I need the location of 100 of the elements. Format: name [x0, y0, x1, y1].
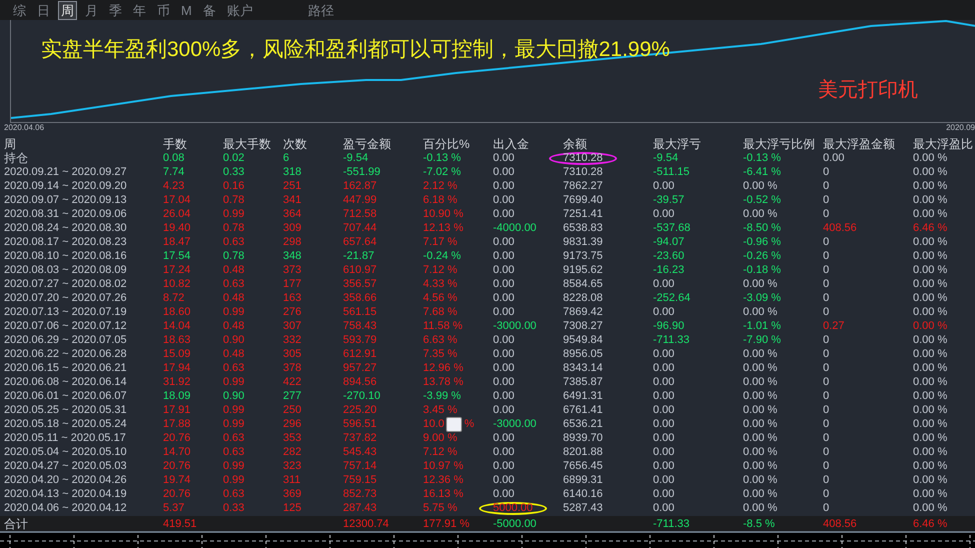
- table-cell: 0.48: [223, 347, 244, 361]
- table-cell: 18.09: [163, 389, 191, 403]
- table-cell: -0.52 %: [743, 193, 781, 207]
- table-cell: 0.33: [223, 501, 244, 515]
- column-header: 手数: [163, 137, 188, 151]
- table-cell: -8.5 %: [743, 516, 775, 530]
- table-cell: -23.60: [653, 249, 684, 263]
- table-cell: 0.00 %: [913, 151, 948, 165]
- table-cell: 341: [283, 193, 302, 207]
- table-cell: 6.46 %: [913, 516, 948, 530]
- table-cell: 305: [283, 347, 302, 361]
- tab[interactable]: 年: [130, 0, 149, 20]
- tab[interactable]: 季: [106, 0, 125, 20]
- table-cell: 0.63: [223, 445, 244, 459]
- column-header: 余额: [563, 137, 588, 151]
- table-cell: 6538.83: [563, 221, 603, 235]
- table-cell: 0.00 %: [913, 305, 948, 319]
- table-cell: -3000.00: [493, 417, 536, 431]
- table-cell: 0.00 %: [913, 473, 948, 487]
- table-cell: 0.00 %: [913, 193, 948, 207]
- table-cell: 2020.06.15 ~ 2020.06.21: [4, 361, 127, 375]
- table-cell: 0.48: [223, 263, 244, 277]
- table-cell: 307: [283, 319, 302, 333]
- tab[interactable]: 账户: [224, 0, 256, 20]
- table-cell: 11.58 %: [423, 319, 463, 333]
- table-cell: 0.00 %: [913, 179, 948, 193]
- table-cell: 408.56: [823, 221, 857, 235]
- tab[interactable]: 日: [34, 0, 53, 20]
- table-cell: 0.00: [493, 445, 514, 459]
- table-cell: 0.00 %: [913, 263, 948, 277]
- table-cell: 309: [283, 221, 302, 235]
- table-cell: 9.00 %: [423, 431, 458, 445]
- table-cell: 6.18 %: [423, 193, 458, 207]
- table-cell: 0: [823, 193, 830, 207]
- table-cell: -711.33: [653, 333, 690, 347]
- tab[interactable]: M: [178, 0, 195, 20]
- table-cell: 8201.88: [563, 445, 603, 459]
- table-cell: 0: [823, 179, 830, 193]
- tab[interactable]: 路径: [304, 0, 337, 20]
- table-cell: 18.63: [163, 333, 191, 347]
- tab[interactable]: 综: [10, 0, 29, 20]
- table-cell: 0.00 %: [913, 417, 948, 431]
- table-cell: 9549.84: [563, 333, 603, 347]
- table-cell: 759.15: [343, 473, 377, 487]
- table-cell: 2020.04.27 ~ 2020.05.03: [4, 459, 127, 473]
- table-cell: -5000.00: [493, 516, 536, 530]
- table-cell: 356.57: [343, 277, 377, 291]
- table-cell: 0.63: [223, 235, 244, 249]
- table-cell: 545.43: [343, 445, 377, 459]
- table-cell: 758.43: [343, 319, 377, 333]
- table-cell: 0.00 %: [743, 277, 778, 291]
- cell-text: %: [464, 417, 474, 431]
- table-cell: 0.78: [223, 193, 244, 207]
- table-cell: 2020.07.13 ~ 2020.07.19: [4, 305, 127, 319]
- table-cell: 0.00: [493, 263, 514, 277]
- table-cell: 0.00 %: [743, 361, 778, 375]
- table-cell: -3.99 %: [423, 389, 461, 403]
- table-cell: 7656.45: [563, 459, 603, 473]
- table-cell: -252.64: [653, 291, 690, 305]
- table-cell: 10.90 %: [423, 207, 464, 221]
- table-cell: 0: [823, 403, 830, 417]
- table-cell: 0.00: [493, 473, 514, 487]
- table-cell: 0.00 %: [913, 459, 948, 473]
- table-cell: 6.63 %: [423, 333, 458, 347]
- table-cell: 2020.05.04 ~ 2020.05.10: [4, 445, 127, 459]
- table-cell: 0: [823, 445, 830, 459]
- axis-date: 2020.09: [946, 123, 975, 133]
- table-cell: 17.91: [163, 403, 191, 417]
- table-cell: 2020.08.03 ~ 2020.08.09: [4, 263, 127, 277]
- table-cell: 2020.05.11 ~ 2020.05.17: [4, 431, 126, 445]
- tab[interactable]: 月: [82, 0, 101, 20]
- tab[interactable]: 币: [154, 0, 173, 20]
- table-cell: 20.76: [163, 487, 191, 501]
- table-cell: 14.70: [163, 445, 191, 459]
- table-cell: 2020.06.22 ~ 2020.06.28: [4, 347, 127, 361]
- tab[interactable]: 周: [58, 0, 77, 20]
- table-cell: 2020.04.13 ~ 2020.04.19: [4, 487, 127, 501]
- table-cell: 0.00: [493, 375, 514, 389]
- table-cell: 0.63: [223, 487, 244, 501]
- table-cell: 10.97 %: [423, 459, 464, 473]
- table-cell: 0.00 %: [913, 333, 948, 347]
- column-header: 次数: [283, 137, 308, 151]
- table-cell: 6899.31: [563, 473, 603, 487]
- tab[interactable]: 备: [200, 0, 219, 20]
- table-cell: 277: [283, 389, 302, 403]
- table-cell: -6.41 %: [743, 165, 781, 179]
- table-cell: 348: [283, 249, 302, 263]
- table-cell: 0.00: [493, 305, 514, 319]
- table-cell: 0: [823, 361, 830, 375]
- table-cell: 7385.87: [563, 375, 603, 389]
- table-cell: 0.99: [223, 305, 244, 319]
- table-cell: 0.00: [493, 179, 514, 193]
- table-cell: 0.90: [223, 333, 244, 347]
- table-cell: 7862.27: [563, 179, 603, 193]
- table-cell: 0.00 %: [913, 249, 948, 263]
- table-cell: 0: [823, 459, 830, 473]
- table-cell: 225.20: [343, 403, 377, 417]
- table-cell: 0.00: [493, 207, 514, 221]
- table-cell: 0.00 %: [913, 235, 948, 249]
- table-cell: 8343.14: [563, 361, 603, 375]
